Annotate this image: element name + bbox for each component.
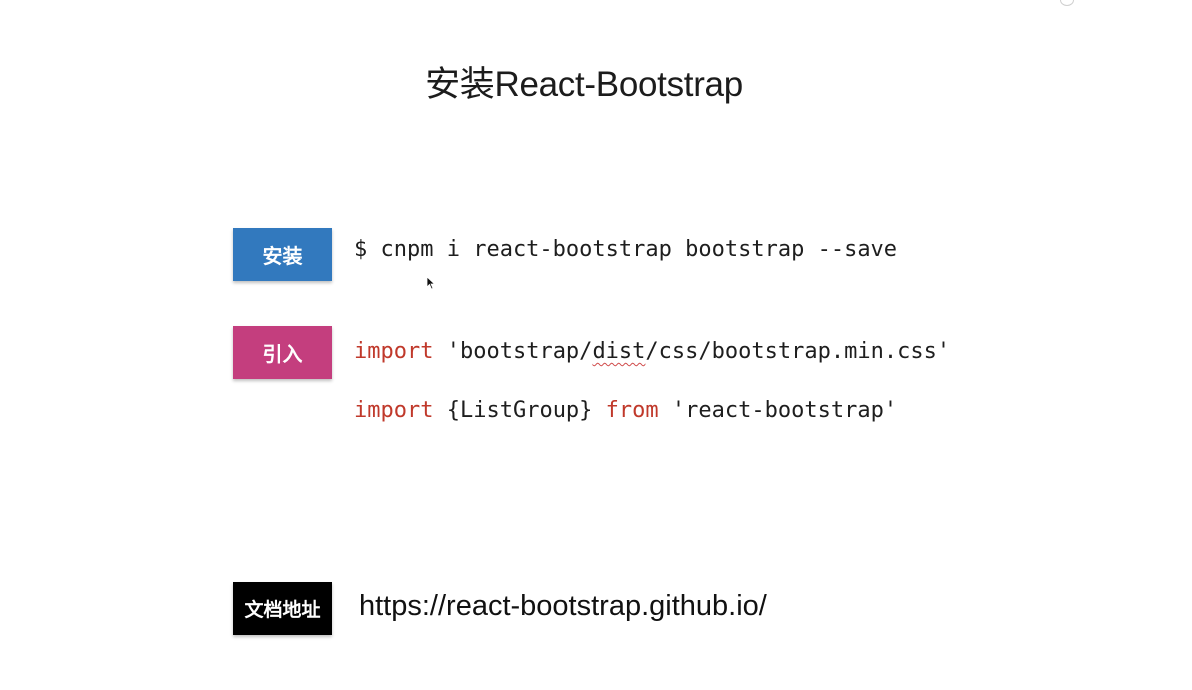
install-tag: 安装: [233, 228, 332, 281]
import-tag-label: 引入: [262, 342, 303, 366]
mouse-pointer-icon: [426, 276, 436, 290]
install-tag-label: 安装: [262, 244, 303, 268]
slide: 安装React-Bootstrap 安装 $ cnpm i react-boot…: [0, 0, 1192, 690]
import-path-squiggle: dist: [592, 339, 646, 364]
slide-title-text: 安装React-Bootstrap: [425, 65, 743, 104]
import-specifier: {ListGroup}: [433, 398, 606, 423]
import-keyword: import: [354, 398, 434, 423]
import-path-start: 'bootstrap/: [433, 339, 593, 364]
import-tag: 引入: [233, 326, 332, 379]
import-keyword: import: [354, 339, 434, 364]
from-keyword: from: [605, 398, 659, 423]
docs-tag: 文档地址: [233, 582, 332, 635]
import-module: 'react-bootstrap': [658, 398, 898, 423]
docs-url-link[interactable]: https://react-bootstrap.github.io/: [359, 590, 767, 623]
import-css-line: import 'bootstrap/dist/css/bootstrap.min…: [354, 339, 950, 364]
slide-title: 安装React-Bootstrap: [0, 56, 1192, 107]
corner-circle-icon: [1060, 0, 1074, 6]
install-command: $ cnpm i react-bootstrap bootstrap --sav…: [354, 237, 898, 262]
import-path-end: /css/bootstrap.min.css': [645, 339, 951, 364]
docs-tag-label: 文档地址: [244, 599, 321, 621]
import-component-line: import {ListGroup} from 'react-bootstrap…: [354, 398, 897, 423]
